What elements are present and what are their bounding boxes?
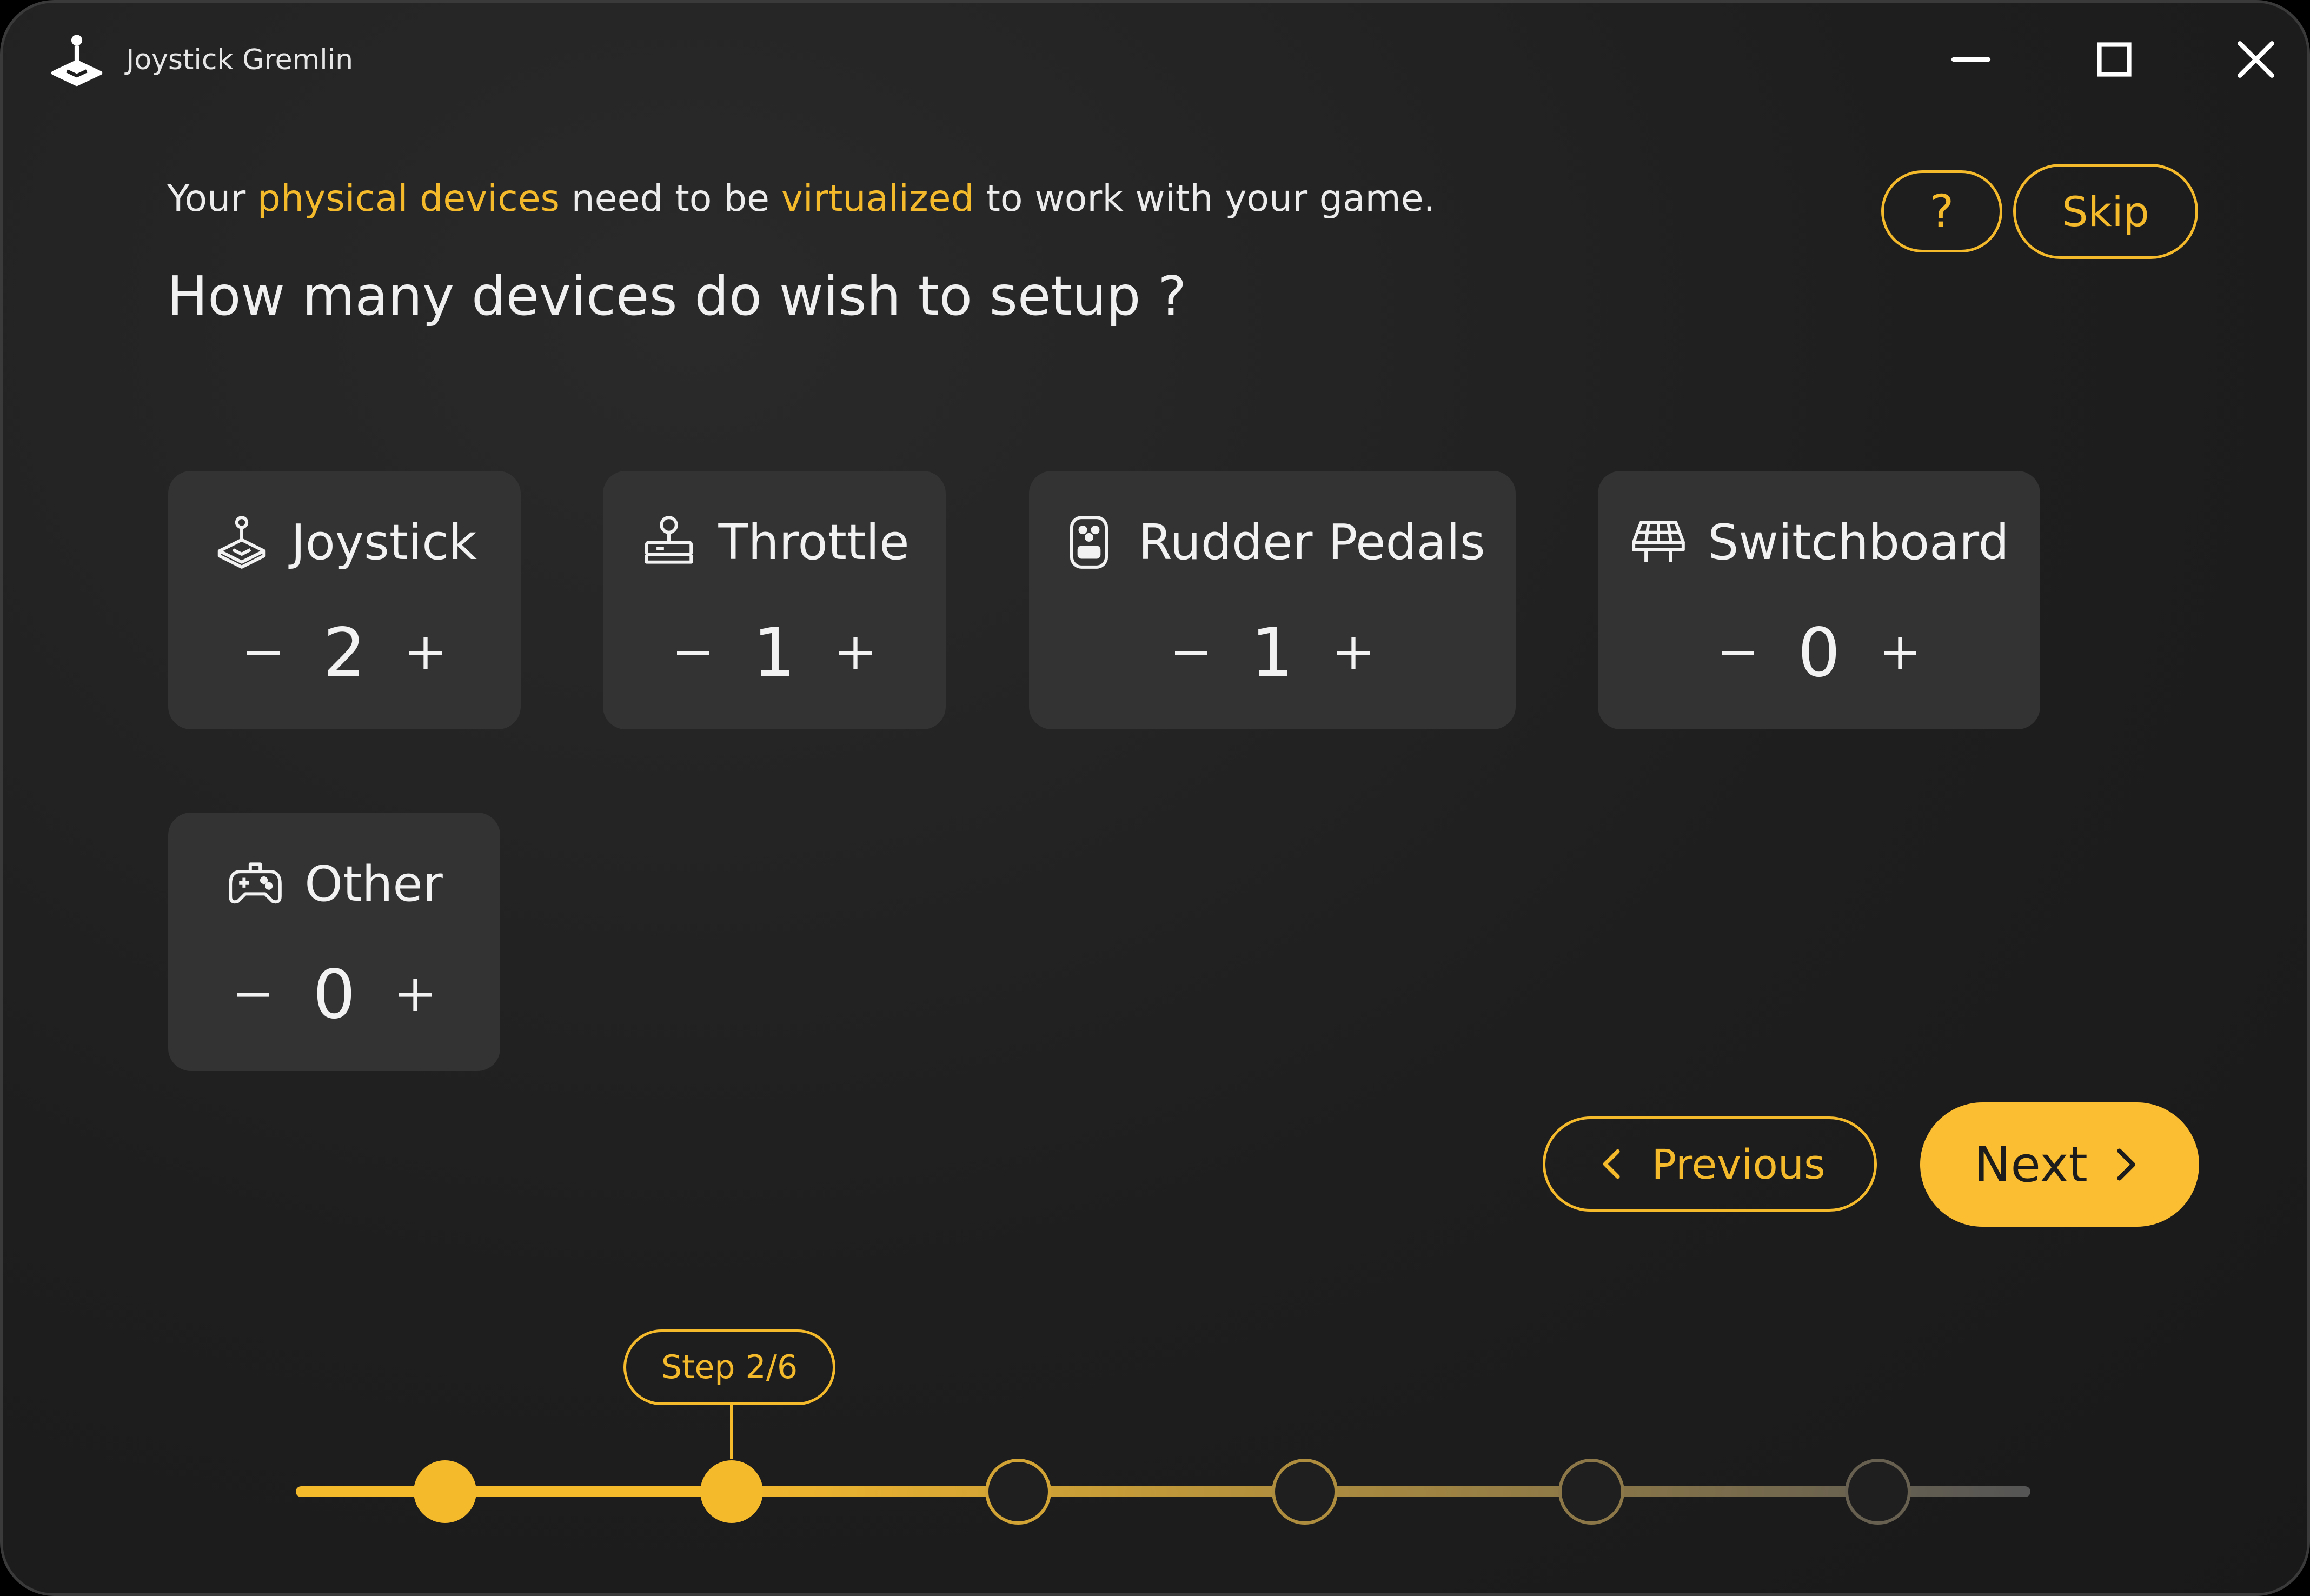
switchboard-icon (1632, 521, 1685, 562)
chevron-right-icon (2117, 1148, 2135, 1181)
device-card-joystick: Joystick 2 (168, 471, 521, 729)
joystick-icon (47, 31, 107, 90)
count-stepper: 0 (168, 954, 500, 1035)
progress-steps (414, 1459, 1911, 1525)
minus-icon (1722, 651, 1754, 655)
increment-button[interactable] (380, 960, 450, 1030)
plus-icon (1884, 637, 1916, 669)
progress-step-pending (1558, 1459, 1624, 1525)
increment-button[interactable] (820, 618, 891, 688)
intro-text-part: to work with your game. (974, 177, 1436, 220)
minus-icon (247, 651, 280, 655)
step-label: Step 2/6 (661, 1348, 798, 1386)
decrement-button[interactable] (658, 618, 728, 688)
skip-label: Skip (2062, 187, 2149, 236)
device-count: 0 (313, 956, 356, 1034)
decrement-button[interactable] (1156, 618, 1226, 688)
intro-text-part: need to be (559, 177, 781, 220)
next-button[interactable]: Next (1920, 1102, 2199, 1227)
decrement-button[interactable] (218, 960, 288, 1030)
plus-icon (1337, 637, 1370, 669)
device-name: Rudder Pedals (1138, 514, 1485, 571)
progress-step-completed (700, 1460, 763, 1523)
progress-step-completed (414, 1460, 476, 1523)
count-stepper: 1 (603, 613, 946, 694)
chevron-left-icon (1603, 1149, 1620, 1179)
minus-icon (237, 993, 269, 997)
next-label: Next (1974, 1136, 2088, 1193)
plus-icon (409, 637, 442, 669)
minimize-icon (1951, 57, 1991, 62)
plus-icon (839, 637, 872, 669)
maximize-button[interactable] (2085, 30, 2144, 89)
app-window: Joystick Gremlin Your physical devices n… (0, 0, 2310, 1596)
device-name: Joystick (291, 514, 477, 571)
count-stepper: 1 (1029, 613, 1516, 694)
minimize-button[interactable] (1941, 30, 2001, 89)
device-count: 2 (323, 614, 366, 692)
joystick-icon (217, 516, 266, 569)
help-button[interactable]: ? (1881, 170, 2002, 252)
decrement-button[interactable] (1703, 618, 1773, 688)
help-label: ? (1929, 185, 1954, 238)
increment-button[interactable] (390, 618, 461, 688)
increment-button[interactable] (1318, 618, 1389, 688)
close-button[interactable] (2226, 30, 2286, 89)
intro-text: Your physical devices need to be virtual… (167, 175, 1435, 223)
device-name: Switchboard (1708, 514, 2009, 571)
count-stepper: 2 (168, 613, 521, 694)
device-card-rudder-pedals: Rudder Pedals 1 (1029, 471, 1516, 729)
device-card-other: Other 0 (168, 813, 500, 1071)
increment-button[interactable] (1865, 618, 1935, 688)
skip-button[interactable]: Skip (2013, 164, 2198, 259)
question-heading: How many devices do wish to setup ? (167, 264, 1187, 328)
rudder-pedals-icon (1070, 516, 1108, 569)
plus-icon (399, 979, 432, 1011)
intro-text-part: Your (167, 177, 257, 220)
intro-highlight-physical-devices: physical devices (257, 177, 560, 220)
minus-icon (677, 651, 709, 655)
count-stepper: 0 (1598, 613, 2040, 694)
decrement-button[interactable] (228, 618, 298, 688)
device-count: 1 (1251, 614, 1294, 692)
device-count: 1 (753, 614, 796, 692)
app-title: Joystick Gremlin (126, 44, 354, 76)
throttle-icon (645, 516, 693, 564)
previous-button[interactable]: Previous (1543, 1116, 1877, 1212)
intro-highlight-virtualized: virtualized (781, 177, 974, 220)
minus-icon (1175, 651, 1207, 655)
previous-label: Previous (1651, 1140, 1826, 1188)
progress-step-pending (1845, 1459, 1911, 1525)
maximize-icon (2097, 42, 2132, 77)
progress-step-pending (985, 1459, 1051, 1525)
device-name: Other (304, 855, 443, 913)
gamepad-icon (229, 862, 282, 904)
device-card-throttle: Throttle 1 (603, 471, 946, 729)
device-card-switchboard: Switchboard 0 (1598, 471, 2040, 729)
device-count: 0 (1797, 614, 1841, 692)
device-name: Throttle (718, 514, 910, 571)
close-icon (2238, 41, 2274, 78)
step-indicator-badge: Step 2/6 (623, 1329, 835, 1405)
progress-step-pending (1272, 1459, 1338, 1525)
